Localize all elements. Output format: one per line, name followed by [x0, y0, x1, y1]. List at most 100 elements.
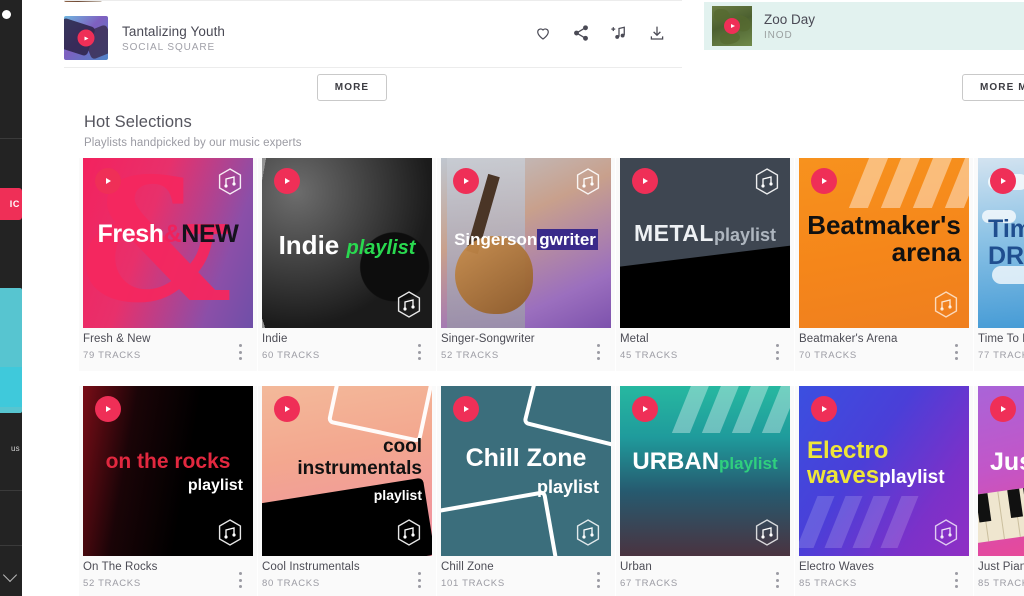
playlist-artwork[interactable]: URBANplaylist: [620, 386, 790, 556]
play-icon[interactable]: [632, 396, 658, 422]
play-icon[interactable]: [632, 168, 658, 194]
artwork-text-part1: URBAN: [632, 448, 720, 475]
playlist-card[interactable]: Electro wavesplaylist Electro Waves 85 T…: [795, 386, 973, 596]
artwork-black-shape: [620, 243, 790, 328]
playlist-card[interactable]: Indie playlist Indie 60 TRACKS: [258, 158, 436, 371]
kebab-menu-icon[interactable]: [239, 572, 243, 588]
artwork-text: Indie playlist: [262, 230, 432, 261]
artwork-text-part2: waves: [807, 462, 880, 489]
play-icon[interactable]: [274, 396, 300, 422]
brand-hex-logo-icon: [934, 519, 958, 546]
download-icon[interactable]: [648, 24, 666, 42]
right-panel-track-row[interactable]: Zoo Day INOD USE: [704, 2, 1024, 50]
artwork-polygon-2: [441, 489, 563, 556]
play-icon[interactable]: [95, 396, 121, 422]
playlist-artwork[interactable]: Just: [978, 386, 1024, 556]
playlist-card[interactable]: Just Just Piano 85 TRACKS: [974, 386, 1024, 596]
right-panel: Zoo Day INOD USE MORE MU: [682, 0, 1024, 103]
playlist-artwork[interactable]: Time To DREAM: [978, 158, 1024, 328]
track-artwork[interactable]: [64, 16, 108, 60]
sidebar-music-button[interactable]: IC: [0, 188, 22, 220]
playlist-artwork[interactable]: Beatmaker's arena: [799, 158, 969, 328]
kebab-menu-icon[interactable]: [239, 344, 243, 360]
artwork-text-part1: METAL: [633, 220, 714, 246]
play-icon[interactable]: [453, 396, 479, 422]
play-icon[interactable]: [77, 29, 95, 47]
playlist-card[interactable]: & Fresh&NEW Fresh & New 79 TRACKS: [79, 158, 257, 371]
more-button-wrap: MORE: [22, 74, 682, 101]
artwork-text-part2: gwriter: [537, 229, 598, 250]
playlist-name: Fresh & New: [83, 333, 151, 345]
brand-hex-logo-icon: [576, 168, 600, 195]
playlist-name: Just Piano: [978, 561, 1024, 573]
artwork-text-part3: playlist: [373, 487, 422, 503]
playlist-artwork[interactable]: & Fresh&NEW: [83, 158, 253, 328]
add-to-playlist-icon[interactable]: [610, 24, 628, 42]
playlist-track-count: 101 TRACKS: [441, 578, 505, 589]
artwork-text-part2: DREAM: [988, 242, 1024, 270]
playlist-name: Metal: [620, 333, 649, 345]
playlist-card[interactable]: on the rocks playlist On The Rocks 52 TR…: [79, 386, 257, 596]
kebab-menu-icon[interactable]: [597, 572, 601, 588]
artwork-text-part2: arena: [891, 237, 961, 267]
kebab-menu-icon[interactable]: [955, 344, 959, 360]
playlist-artwork[interactable]: on the rocks playlist: [83, 386, 253, 556]
sidebar-teal-panel[interactable]: [0, 288, 22, 413]
play-icon[interactable]: [990, 396, 1016, 422]
left-sidebar: IC us: [0, 0, 22, 596]
brand-hex-logo-icon: [218, 168, 242, 195]
kebab-menu-icon[interactable]: [776, 344, 780, 360]
kebab-menu-icon[interactable]: [776, 572, 780, 588]
playlist-artwork[interactable]: Chill Zone playlist: [441, 386, 611, 556]
artwork-polygon-1: [522, 386, 611, 450]
play-icon[interactable]: [811, 168, 837, 194]
artwork-text: Chill Zone playlist: [441, 444, 611, 498]
playlist-name: Singer-Songwriter: [441, 333, 535, 345]
artwork-text: Singerson gwriter: [441, 229, 611, 250]
playlist-card[interactable]: cool instrumentals playlist Cool Instrum…: [258, 386, 436, 596]
chevron-down-icon[interactable]: [4, 568, 18, 582]
share-icon[interactable]: [572, 24, 590, 42]
kebab-menu-icon[interactable]: [955, 572, 959, 588]
play-icon[interactable]: [453, 168, 479, 194]
playlist-card[interactable]: Beatmaker's arena Beatmaker's Arena 70 T…: [795, 158, 973, 371]
playlist-card[interactable]: URBANplaylist Urban 67 TRACKS: [616, 386, 794, 596]
artwork-text-part3: NEW: [181, 220, 239, 248]
playlist-artwork[interactable]: Singerson gwriter: [441, 158, 611, 328]
playlist-card[interactable]: METALplaylist Metal 45 TRACKS: [616, 158, 794, 371]
track-divider-top: [64, 0, 682, 1]
right-panel-track-meta: Zoo Day INOD: [764, 12, 815, 41]
playlist-name: Cool Instrumentals: [262, 561, 360, 573]
kebab-menu-icon[interactable]: [418, 572, 422, 588]
playlist-card-footer: Just Piano 85 TRACKS: [974, 556, 1024, 596]
kebab-menu-icon[interactable]: [418, 344, 422, 360]
play-icon[interactable]: [990, 168, 1016, 194]
track-artist: SOCIAL SQUARE: [122, 41, 216, 53]
playlist-name: Electro Waves: [799, 561, 875, 573]
playlist-artwork[interactable]: Indie playlist: [262, 158, 432, 328]
right-panel-artwork[interactable]: [712, 6, 752, 46]
favorite-icon[interactable]: [534, 24, 552, 42]
play-icon[interactable]: [811, 396, 837, 422]
playlist-card-footer: Cool Instrumentals 80 TRACKS: [258, 556, 436, 596]
more-button[interactable]: MORE: [316, 74, 388, 101]
more-music-button[interactable]: MORE MU: [961, 74, 1024, 101]
playlist-card[interactable]: Singerson gwriter Singer-Songwriter 52 TR…: [437, 158, 615, 371]
playlist-artwork[interactable]: cool instrumentals playlist: [262, 386, 432, 556]
playlist-card-footer: Singer-Songwriter 52 TRACKS: [437, 328, 615, 371]
right-panel-track-artist: INOD: [764, 29, 793, 41]
playlist-card[interactable]: Chill Zone playlist Chill Zone 101 TRACK…: [437, 386, 615, 596]
playlist-card-footer: Chill Zone 101 TRACKS: [437, 556, 615, 596]
playlist-card-footer: Fresh & New 79 TRACKS: [79, 328, 257, 371]
play-icon[interactable]: [274, 168, 300, 194]
play-icon[interactable]: [95, 168, 121, 194]
play-icon[interactable]: [724, 18, 740, 34]
playlist-name: Indie: [262, 333, 288, 345]
playlist-artwork[interactable]: Electro wavesplaylist: [799, 386, 969, 556]
artwork-text-part2: playlist: [346, 237, 416, 259]
artwork-text-part1: Beatmaker's: [807, 210, 961, 240]
playlist-card[interactable]: Time To DREAM Time To Dream 77 TRACKS: [974, 158, 1024, 371]
kebab-menu-icon[interactable]: [597, 344, 601, 360]
playlist-artwork[interactable]: METALplaylist: [620, 158, 790, 328]
track-meta: Tantalizing Youth SOCIAL SQUARE: [122, 24, 225, 53]
